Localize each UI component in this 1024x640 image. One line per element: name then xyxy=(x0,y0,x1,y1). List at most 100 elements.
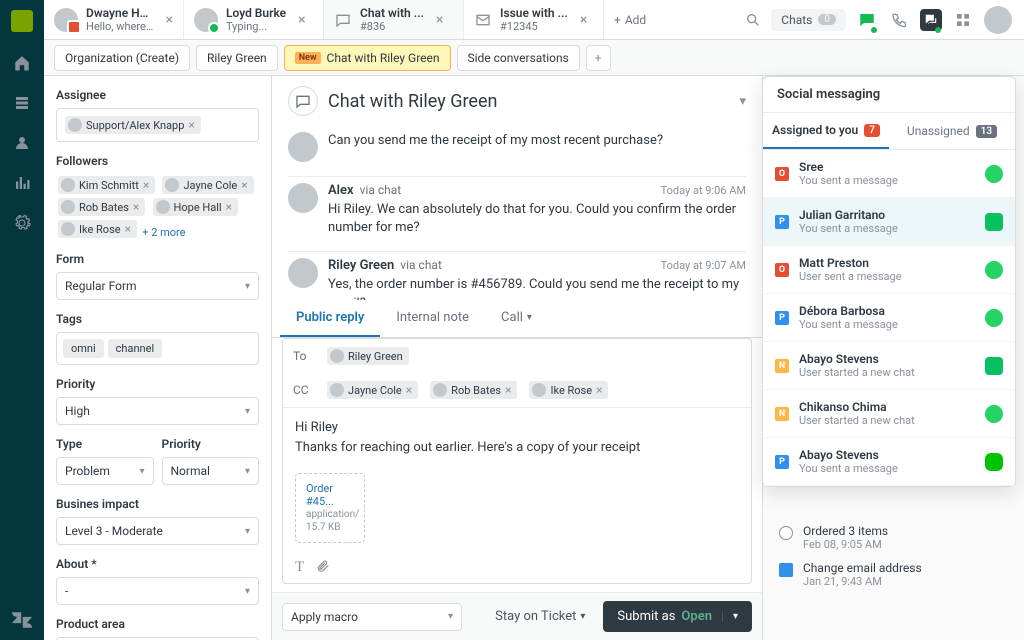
close-icon[interactable]: × xyxy=(298,12,305,28)
conversations-icon[interactable] xyxy=(920,9,942,31)
conversation-title: Chat with Riley Green xyxy=(328,91,729,112)
popover-title: Social messaging xyxy=(763,77,1015,113)
remove-icon[interactable]: × xyxy=(188,118,194,132)
reports-icon[interactable] xyxy=(12,174,32,192)
to-chip[interactable]: Riley Green xyxy=(327,347,409,365)
channel-icon xyxy=(985,405,1003,423)
chat-icon xyxy=(334,11,352,29)
followers-more[interactable]: + 2 more xyxy=(142,226,185,239)
left-navbar xyxy=(0,0,44,640)
popover-item[interactable]: PJulian GarritanoYou sent a message xyxy=(763,198,1015,246)
chevron-down-icon[interactable]: ▾ xyxy=(739,94,746,109)
tab-subtitle: Typing... xyxy=(226,20,286,33)
subtab-user[interactable]: Riley Green xyxy=(196,45,278,71)
apps-icon[interactable] xyxy=(952,9,974,31)
impact-select[interactable]: Level 3 - Moderate▾ xyxy=(56,517,259,545)
reply-tab-public[interactable]: Public reply xyxy=(280,300,380,337)
submit-button[interactable]: Submit as Open▾ xyxy=(603,601,752,632)
profile-avatar[interactable] xyxy=(984,6,1012,34)
avatar xyxy=(288,183,318,213)
phone-icon[interactable] xyxy=(888,9,910,31)
popover-item[interactable]: NChikanso ChimaUser started a new chat xyxy=(763,390,1015,438)
priority-select[interactable]: High▾ xyxy=(56,397,259,425)
tab-issue[interactable]: Issue with ...#12345 × xyxy=(464,0,604,39)
subtab-org[interactable]: Organization (Create) xyxy=(54,45,190,71)
mail-icon xyxy=(474,11,492,29)
popover-item[interactable]: NAbayo StevensUser started a new chat xyxy=(763,342,1015,390)
about-select[interactable]: -▾ xyxy=(56,577,259,605)
close-icon[interactable]: × xyxy=(580,12,587,28)
cc-chip[interactable]: Jayne Cole× xyxy=(327,381,418,399)
about-label: About * xyxy=(56,557,259,571)
close-icon[interactable]: × xyxy=(436,12,443,28)
conversation-panel: Chat with Riley Green ▾ Can you send me … xyxy=(272,76,762,640)
text-format-icon[interactable]: T xyxy=(295,559,304,577)
channel-icon xyxy=(985,309,1003,327)
home-icon[interactable] xyxy=(12,54,32,72)
customers-icon[interactable] xyxy=(12,134,32,152)
tab-chat[interactable]: Chat with ...#836 × xyxy=(324,0,464,39)
social-messaging-popover: Social messaging Assigned to you7 Unassi… xyxy=(762,76,1016,487)
popover-item[interactable]: PDébora BarbosaYou sent a message xyxy=(763,294,1015,342)
compose-box: To Riley Green CC Jayne Cole× Rob Bates×… xyxy=(282,338,752,584)
priority2-select[interactable]: Normal▾ xyxy=(162,457,260,485)
form-select[interactable]: Regular Form▾ xyxy=(56,272,259,300)
channel-icon xyxy=(985,165,1003,183)
reply-tabs: Public reply Internal note Call▾ xyxy=(272,300,762,338)
subtab-side[interactable]: Side conversations xyxy=(457,45,580,71)
cc-chip[interactable]: Rob Bates× xyxy=(430,381,517,399)
subtab-chat[interactable]: NewChat with Riley Green xyxy=(284,45,451,71)
reply-tab-internal[interactable]: Internal note xyxy=(380,300,485,337)
attach-icon[interactable] xyxy=(316,559,330,577)
messaging-icon[interactable] xyxy=(856,9,878,31)
chat-icon xyxy=(288,86,318,116)
admin-icon[interactable] xyxy=(12,214,32,232)
avatar xyxy=(54,8,78,32)
bottom-bar: Apply macro▾ Stay on Ticket▾ Submit as O… xyxy=(272,592,762,640)
add-tab-button[interactable]: +Add xyxy=(604,0,656,39)
search-icon[interactable] xyxy=(745,12,761,28)
zendesk-logo-icon xyxy=(12,612,32,628)
tab-loyd[interactable]: Loyd BurkeTyping... × xyxy=(184,0,324,39)
channel-icon xyxy=(985,261,1003,279)
assignee-field[interactable]: Support/Alex Knapp× xyxy=(56,108,259,142)
subtab-add[interactable]: + xyxy=(586,45,611,71)
compose-textarea[interactable]: Hi Riley Thanks for reaching out earlier… xyxy=(283,408,751,467)
timeline-item[interactable]: Change email addressJan 21, 9:43 AM xyxy=(779,561,1012,588)
sub-tabs: Organization (Create) Riley Green NewCha… xyxy=(44,40,1024,76)
status-badge: O xyxy=(775,263,789,277)
cc-chip[interactable]: Ike Rose× xyxy=(529,381,608,399)
app-logo[interactable] xyxy=(11,10,33,32)
views-icon[interactable] xyxy=(12,94,32,112)
priority2-label: Priority xyxy=(162,437,260,451)
message: Can you send me the receipt of my most r… xyxy=(288,126,746,162)
tab-title: Dwayne Heath xyxy=(86,6,154,20)
followers-field[interactable]: Kim Schmitt× Jayne Cole× Rob Bates× Hope… xyxy=(56,174,259,240)
close-icon[interactable]: × xyxy=(166,12,173,28)
chats-pill[interactable]: Chats0 xyxy=(771,9,846,31)
attachment[interactable]: Order #45... application/ 15.7 KB xyxy=(295,473,365,543)
status-badge: N xyxy=(775,407,789,421)
popover-tab-assigned[interactable]: Assigned to you7 xyxy=(763,113,889,149)
channel-icon xyxy=(985,453,1003,471)
popover-tab-unassigned[interactable]: Unassigned13 xyxy=(889,113,1015,149)
popover-item[interactable]: OSreeYou sent a message xyxy=(763,150,1015,198)
tab-dwayne[interactable]: Dwayne HeathHello, where can I × xyxy=(44,0,184,39)
impact-label: Busines impact xyxy=(56,497,259,511)
macro-select[interactable]: Apply macro▾ xyxy=(282,603,462,631)
product-label: Product area xyxy=(56,617,259,631)
popover-item[interactable]: PAbayo StevensYou sent a message xyxy=(763,438,1015,486)
avatar xyxy=(288,258,318,288)
assignee-label: Assignee xyxy=(56,88,259,102)
popover-item[interactable]: OMatt PrestonUser sent a message xyxy=(763,246,1015,294)
timeline-item[interactable]: Ordered 3 itemsFeb 08, 9:05 AM xyxy=(779,524,1012,551)
stay-on-ticket[interactable]: Stay on Ticket▾ xyxy=(485,603,595,630)
reply-tab-call[interactable]: Call▾ xyxy=(485,300,548,337)
type-select[interactable]: Problem▾ xyxy=(56,457,154,485)
status-badge: P xyxy=(775,311,789,325)
tags-field[interactable]: omnichannel xyxy=(56,332,259,365)
tab-title: Loyd Burke xyxy=(226,6,286,20)
circle-icon xyxy=(779,526,793,540)
message: Riley Greenvia chatToday at 9:07 AMYes, … xyxy=(288,251,746,300)
priority-label: Priority xyxy=(56,377,259,391)
